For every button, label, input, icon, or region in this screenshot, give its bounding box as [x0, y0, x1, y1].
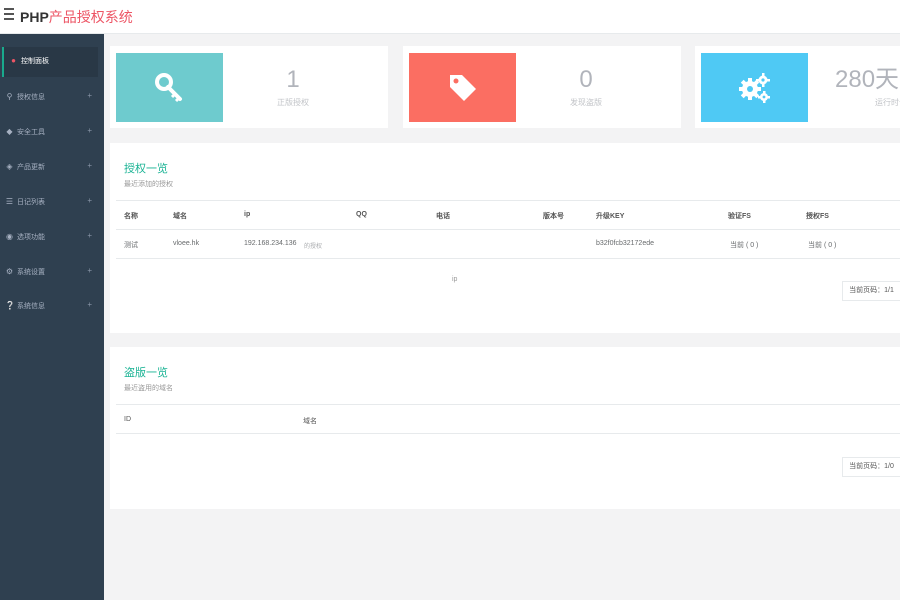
cell-ip: 192.168.234.136: [244, 240, 297, 247]
panel-subtitle: 最近盗用的域名: [124, 385, 173, 392]
stat-card-piracy: 0 发现盗版: [403, 46, 681, 128]
shield-icon: ◆: [6, 127, 13, 136]
table-divider: [116, 229, 900, 230]
expand-icon: +: [87, 91, 92, 100]
key-icon: ⚲: [6, 92, 13, 101]
cell-ip-note: 的授权: [304, 244, 323, 250]
table-divider: [116, 404, 900, 405]
column-header: 授权FS: [806, 213, 829, 220]
gears-icon: ⚙: [5, 267, 14, 276]
tag-icon: [449, 74, 476, 101]
column-header: ID: [124, 416, 131, 423]
sidebar-item-label: 产品更新: [17, 164, 45, 171]
table-divider: [116, 433, 900, 434]
panel-title: 授权一览: [124, 163, 168, 175]
gears-icon: [738, 72, 770, 103]
column-header: 域名: [173, 213, 187, 220]
tag-icon: ◈: [6, 162, 13, 171]
stat-value: 1: [286, 66, 300, 93]
table-divider: [116, 258, 900, 259]
column-header: 名称: [124, 213, 138, 220]
cell-name: 测试: [124, 242, 138, 249]
top-bar: PHP产品授权系统: [0, 0, 900, 34]
sidebar-item-auth-info[interactable]: ⚲ 授权信息 +: [0, 83, 104, 113]
sidebar-item-label: 系统信息: [17, 303, 45, 310]
options-icon: ◉: [6, 232, 13, 241]
column-header: 版本号: [543, 213, 564, 220]
sidebar-item-product-update[interactable]: ◈ 产品更新 +: [0, 153, 104, 183]
stat-tile: [701, 53, 808, 122]
expand-icon: +: [87, 300, 92, 309]
panel-subtitle: 最近添加的授权: [124, 181, 173, 188]
cell-auth-fs: 当前 ( 0 ): [808, 242, 837, 249]
piracy-overview-panel: 盗版一览 最近盗用的域名 ID 域名 当前页码：1/0: [110, 347, 900, 509]
sidebar-item-security-tools[interactable]: ◆ 安全工具 +: [0, 118, 104, 148]
pagination-indicator[interactable]: 当前页码：1/0: [842, 457, 900, 477]
expand-icon: +: [87, 126, 92, 135]
stat-label: 发现盗版: [570, 98, 602, 107]
sidebar: ● 控制面板 ⚲ 授权信息 + ◆ 安全工具 + ◈ 产品更新 + ☰ 日记列表…: [0, 34, 104, 600]
sidebar-item-label: 选项功能: [17, 234, 45, 241]
sidebar-item-dashboard[interactable]: ● 控制面板: [2, 47, 98, 77]
cell-upgrade-key: b32f0fcb32172ede: [596, 240, 654, 247]
stat-value: 0: [579, 66, 593, 93]
dashboard-icon: ●: [11, 56, 16, 65]
column-header: ip: [244, 211, 251, 218]
auth-overview-panel: 授权一览 最近添加的授权 名称 域名 ip QQ 电话 版本号 升级KEY 验证…: [110, 143, 900, 333]
ghost-text: ip: [452, 276, 458, 283]
stat-card-uptime: 280天 运行时长: [695, 46, 900, 128]
sidebar-item-options[interactable]: ◉ 选项功能 +: [0, 223, 104, 253]
stat-tile: [409, 53, 516, 122]
sidebar-item-label: 控制面板: [21, 58, 49, 65]
stat-value: 280天: [835, 66, 900, 93]
sidebar-item-system-settings[interactable]: ⚙ 系统设置 +: [0, 258, 104, 288]
column-header: 验证FS: [728, 213, 751, 220]
table-divider: [116, 200, 900, 201]
column-header: 域名: [303, 418, 317, 425]
menu-toggle-icon[interactable]: [4, 8, 14, 24]
stat-label: 运行时长: [875, 98, 900, 107]
column-header: 升级KEY: [596, 213, 625, 220]
sidebar-item-label: 系统设置: [17, 269, 45, 276]
expand-icon: +: [87, 266, 92, 275]
column-header: 电话: [436, 213, 450, 220]
sidebar-item-label: 安全工具: [17, 129, 45, 136]
panel-title: 盗版一览: [124, 367, 168, 379]
stat-card-genuine: 1 正版授权: [110, 46, 388, 128]
pagination-indicator[interactable]: 当前页码：1/1: [842, 281, 900, 301]
expand-icon: +: [87, 161, 92, 170]
sidebar-item-label: 授权信息: [17, 94, 45, 101]
stat-tile: [116, 53, 223, 122]
column-header: QQ: [356, 211, 367, 218]
sidebar-item-log-list[interactable]: ☰ 日记列表 +: [0, 188, 104, 218]
stat-label: 正版授权: [277, 98, 309, 107]
expand-icon: +: [87, 196, 92, 205]
cell-domain: vloee.hk: [173, 240, 200, 247]
sidebar-item-system-info[interactable]: ❔ 系统信息 +: [0, 292, 104, 322]
app-title: PHP产品授权系统: [20, 9, 133, 25]
list-icon: ☰: [5, 197, 14, 206]
info-icon: ❔: [5, 301, 15, 310]
sidebar-item-label: 日记列表: [17, 199, 45, 206]
expand-icon: +: [87, 231, 92, 240]
key-icon: [154, 72, 182, 102]
cell-verify-fs: 当前 ( 0 ): [730, 242, 759, 249]
